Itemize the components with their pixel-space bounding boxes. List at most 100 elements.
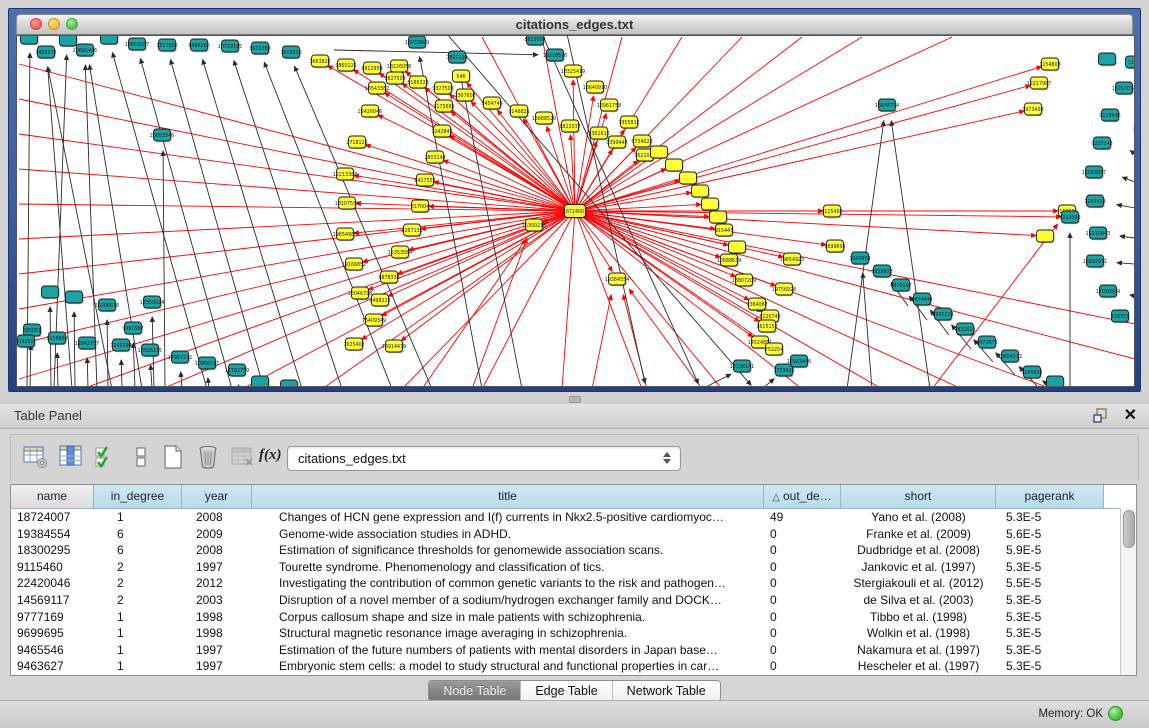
graph-node[interactable]: 116753 [1111, 310, 1130, 323]
column-header-title[interactable]: title [252, 485, 764, 508]
graph-node[interactable]: 16210643 [1086, 227, 1110, 240]
graph-node[interactable]: 18325419 [561, 65, 585, 78]
graph-node[interactable]: 9384067 [746, 298, 767, 311]
network-window-titlebar[interactable]: citations_edges.txt [16, 14, 1133, 35]
graph-node[interactable]: 39158 [18, 335, 36, 348]
table-row[interactable]: 1872400712008Changes of HCN gene express… [11, 509, 1136, 526]
table-row[interactable]: 1938455462009Genome-wide association stu… [11, 526, 1136, 543]
graph-node[interactable]: 12942757 [75, 337, 99, 350]
graph-node[interactable]: 2718126 [346, 136, 367, 149]
graph-node[interactable]: 8427552 [414, 174, 435, 187]
graph-node[interactable]: 8938928 [871, 265, 892, 278]
graph-node[interactable]: 1145194 [110, 339, 131, 352]
graph-node[interactable]: 10653287 [125, 38, 149, 51]
graph-node[interactable]: 12217987 [1027, 77, 1051, 90]
graph-node[interactable]: 9827508 [384, 72, 405, 85]
column-header-out_de[interactable]: △out_de… [764, 485, 841, 508]
graph-node[interactable]: 9699695 [824, 240, 845, 253]
graph-node[interactable]: 9129946 [1099, 109, 1120, 122]
graph-node[interactable]: 19654923 [780, 253, 804, 266]
table-row[interactable]: 911546021997Tourette syndrome. Phenomeno… [11, 559, 1136, 576]
graph-node[interactable]: 9390448 [606, 136, 627, 149]
graph-node[interactable] [666, 159, 684, 172]
graph-node[interactable] [680, 172, 698, 185]
graph-node[interactable]: 13505135 [138, 344, 162, 357]
graph-node[interactable]: 3175685 [433, 100, 454, 113]
new-table-icon[interactable] [160, 444, 186, 470]
divider-handle-icon[interactable] [569, 396, 581, 403]
graph-node[interactable]: 3215953 [1059, 211, 1080, 224]
graph-node[interactable]: 8186328 [407, 76, 428, 89]
graph-node[interactable]: 20206576 [95, 299, 119, 312]
graph-node[interactable]: 9405572 [35, 46, 56, 59]
table-options-icon[interactable] [23, 444, 49, 470]
graph-node[interactable]: 7832621 [954, 323, 975, 336]
table-panel-titlebar[interactable]: Table Panel ✕ [0, 404, 1149, 429]
scrollbar-thumb[interactable] [1123, 510, 1135, 548]
graph-node[interactable]: 1154808 [1039, 58, 1060, 71]
graph-node[interactable]: 1362615 [588, 127, 609, 140]
graph-node[interactable] [252, 376, 270, 387]
graph-node[interactable]: 9227343 [1091, 137, 1112, 150]
function-builder-icon[interactable]: f(x) [259, 447, 285, 473]
show-columns-icon[interactable] [58, 444, 84, 470]
graph-node[interactable]: 7955812 [618, 116, 639, 129]
network-window[interactable]: citations_edges.txt 9405572 20691406 10653… [8, 8, 1141, 392]
graph-node[interactable]: 7857224 [446, 51, 467, 64]
graph-node[interactable]: 6734028 [631, 135, 652, 148]
graph-node[interactable]: 1615152 [756, 320, 777, 333]
table-row[interactable]: 1830029562008Estimation of significance … [11, 542, 1136, 559]
vertical-scrollbar[interactable] [1120, 508, 1136, 675]
float-icon[interactable] [1093, 408, 1109, 424]
delete-table-icon[interactable] [195, 444, 221, 470]
table-row[interactable]: 946554611997Estimation of the future num… [11, 642, 1136, 659]
graph-node[interactable]: 19654985 [333, 228, 357, 241]
table-row[interactable]: 977716911998Corpus callosum shape and si… [11, 609, 1136, 626]
table-row[interactable]: 969969511998Structural magnetic resonanc… [11, 625, 1136, 642]
graph-node[interactable]: 8267130 [401, 224, 422, 237]
graph-node[interactable]: 16640910 [583, 81, 607, 94]
graph-node[interactable] [729, 241, 747, 254]
graph-node[interactable] [1037, 230, 1055, 243]
graph-node[interactable]: 9115460 [821, 205, 842, 218]
graph-node[interactable]: 1973493 [1022, 103, 1043, 116]
graph-node[interactable]: 6879197 [890, 279, 911, 292]
column-header-year[interactable]: year [182, 485, 252, 508]
graph-node[interactable] [702, 198, 720, 211]
graph-node[interactable]: 18226058 [387, 60, 411, 73]
graph-node[interactable]: 8822037 [559, 120, 580, 133]
graph-node[interactable]: 10719195 [218, 40, 242, 53]
graph-node[interactable] [101, 36, 119, 45]
graph-node[interactable]: 12213383 [333, 168, 357, 181]
graph-node[interactable]: 9474444 [911, 293, 932, 306]
graph-node[interactable]: 752254 [765, 343, 784, 356]
graph-node[interactable]: 9327508 [432, 82, 453, 95]
graph-node[interactable]: 915443 [715, 224, 734, 237]
graph-node[interactable]: 16033809 [405, 36, 429, 49]
panel-divider[interactable] [0, 392, 1149, 404]
graph-node[interactable]: 8471676 [976, 336, 997, 349]
graph-node[interactable] [66, 291, 84, 304]
tab-network-table[interactable]: Network Table [612, 681, 720, 701]
graph-node[interactable]: 8912954 [361, 62, 382, 75]
graph-node[interactable]: 2367608 [454, 89, 475, 102]
graph-node[interactable]: 14136141 [730, 360, 754, 373]
close-icon[interactable]: ✕ [1124, 405, 1137, 425]
graph-node[interactable]: 2935114 [932, 308, 953, 321]
graph-node[interactable]: 16409349 [362, 314, 386, 327]
column-header-name[interactable]: name [11, 485, 94, 508]
graph-node[interactable]: 1527602 [156, 39, 177, 52]
column-header-in_degree[interactable]: in_degree [94, 485, 182, 508]
graph-node[interactable]: 16914479 [382, 340, 406, 353]
graph-node[interactable]: 20691406 [73, 44, 97, 57]
table-selector-dropdown[interactable]: citations_edges.txt [287, 446, 681, 471]
graph-node[interactable] [1099, 53, 1117, 66]
network-canvas[interactable]: 9405572206914061065328715276028466160107… [17, 36, 1135, 387]
graph-node[interactable]: 9146821 [508, 105, 529, 118]
graph-node[interactable] [1047, 376, 1065, 387]
graph-node[interactable]: 22420046 [358, 105, 382, 118]
graph-node[interactable]: 8813054 [524, 36, 545, 46]
graph-node[interactable] [281, 380, 299, 387]
graph-node[interactable]: 9498222 [369, 294, 390, 307]
graph-node[interactable]: 1244419 [1084, 195, 1105, 208]
